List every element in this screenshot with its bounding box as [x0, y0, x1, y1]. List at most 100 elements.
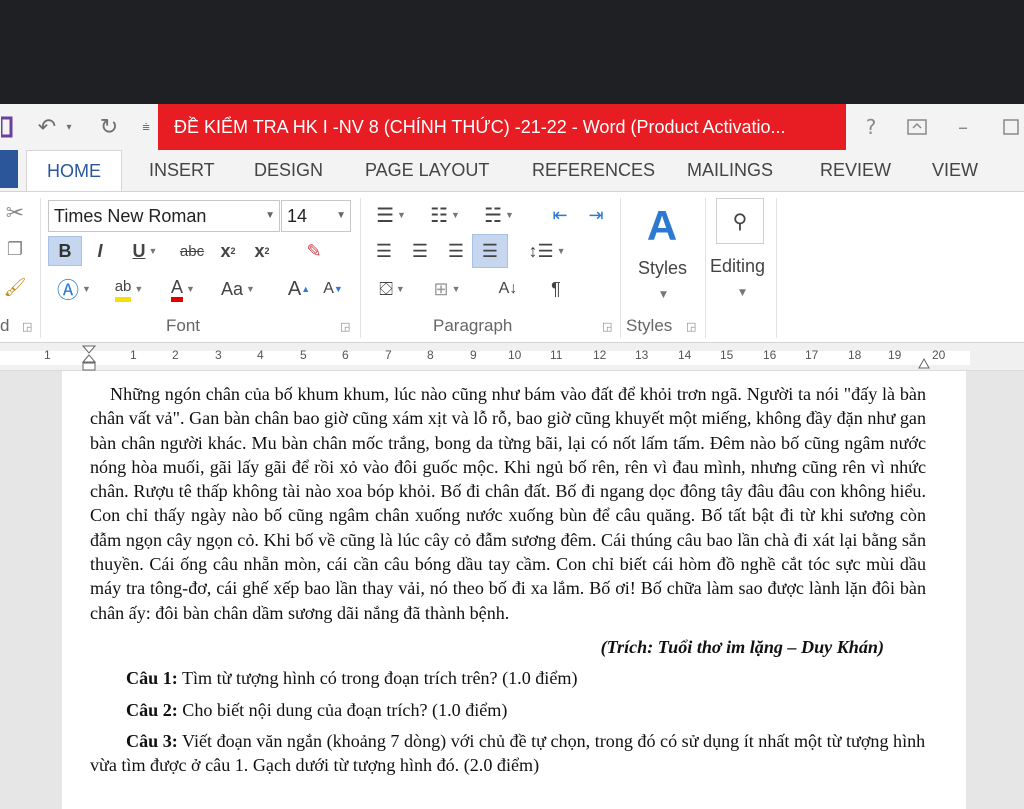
- chevron-down-icon: ▼: [82, 284, 91, 294]
- shading-button[interactable]: ⛋ ▼: [368, 274, 416, 304]
- highlight-button[interactable]: ab ▼: [104, 274, 154, 304]
- subscript-label: x: [220, 240, 231, 261]
- question-label: Câu 2:: [126, 699, 178, 720]
- decrease-indent-icon[interactable]: ⇤: [544, 200, 576, 230]
- cut-icon[interactable]: ✂: [2, 198, 28, 228]
- maximize-icon[interactable]: [996, 112, 1024, 142]
- styles-launcher-icon[interactable]: ◲: [686, 320, 696, 333]
- tab-view[interactable]: VIEW: [932, 150, 978, 192]
- clipboard-group-label: d: [0, 316, 10, 335]
- numbering-icon: ☷: [430, 204, 448, 227]
- customize-qat-icon[interactable]: ⩧: [138, 114, 154, 140]
- undo-dropdown-icon[interactable]: ▾: [64, 114, 74, 140]
- paragraph-launcher-icon[interactable]: ◲: [602, 320, 612, 333]
- ruler-number: 4: [257, 348, 264, 362]
- styles-icon[interactable]: A: [636, 198, 688, 254]
- highlighter-icon: ab: [114, 277, 132, 302]
- question-text: Viết đoạn văn ngắn (khoảng 7 dòng) với c…: [90, 730, 926, 776]
- font-color-button[interactable]: A ▼: [158, 274, 208, 304]
- line-spacing-button[interactable]: ↕☰ ▼: [524, 236, 570, 266]
- font-launcher-icon[interactable]: ◲: [340, 320, 350, 333]
- question-3: Câu 3: Viết đoạn văn ngắn (khoảng 7 dòng…: [90, 729, 926, 778]
- document-body[interactable]: Những ngón chân của bố khum khum, lúc nà…: [90, 382, 926, 777]
- chevron-down-icon: ▼: [336, 210, 346, 221]
- file-tab[interactable]: [0, 150, 18, 188]
- ruler-number: 15: [720, 348, 734, 362]
- borders-button[interactable]: ⊞ ▼: [422, 274, 472, 304]
- editing-button-label[interactable]: Editing: [710, 256, 765, 277]
- tab-design[interactable]: DESIGN: [254, 150, 323, 192]
- desktop-background: [0, 0, 1024, 104]
- font-name-select[interactable]: Times New Roman ▼: [48, 200, 280, 232]
- paint-bucket-icon: ⛋: [379, 278, 393, 299]
- tab-insert[interactable]: INSERT: [149, 150, 215, 192]
- ribbon-display-icon[interactable]: [902, 112, 932, 142]
- clear-formatting-icon[interactable]: ✎: [298, 236, 330, 266]
- bullets-button[interactable]: ☰ ▼: [368, 200, 414, 230]
- tab-references[interactable]: REFERENCES: [532, 150, 655, 192]
- text-effects-button[interactable]: Ⓐ ▼: [50, 274, 98, 304]
- help-icon[interactable]: ?: [856, 112, 886, 142]
- minimize-icon[interactable]: –: [948, 112, 978, 142]
- show-formatting-button[interactable]: ¶: [540, 274, 572, 304]
- change-case-button[interactable]: Aa ▼: [214, 274, 262, 304]
- indent-marker-icon[interactable]: [81, 345, 97, 371]
- format-painter-icon[interactable]: 🖌: [2, 272, 28, 302]
- ruler-number: 19: [888, 348, 902, 362]
- horizontal-ruler[interactable]: 1 1 2 3 4 5 6 7 8 9 10 11 12 13 14 15 16…: [0, 343, 1024, 371]
- ruler-number: 16: [763, 348, 777, 362]
- tab-mailings[interactable]: MAILINGS: [687, 150, 773, 192]
- justify-icon[interactable]: ☰: [472, 234, 508, 268]
- font-name-value: Times New Roman: [54, 206, 207, 226]
- increase-indent-icon[interactable]: ⇥: [580, 200, 612, 230]
- chevron-down-icon: ▼: [265, 210, 275, 221]
- ruler-number: 2: [172, 348, 179, 362]
- align-right-icon[interactable]: ☰: [440, 236, 472, 266]
- window-title: ĐỀ KIỂM TRA HK I -NV 8 (CHÍNH THỨC) -21-…: [158, 104, 846, 150]
- chevron-down-icon: ▼: [395, 284, 405, 294]
- bullets-icon: ☰: [376, 204, 394, 227]
- question-label: Câu 1:: [126, 668, 178, 689]
- tab-home[interactable]: HOME: [26, 150, 122, 192]
- underline-button[interactable]: U ▼: [120, 236, 170, 266]
- align-left-icon[interactable]: ☰: [368, 236, 400, 266]
- ribbon: ✂ ❐ 🖌 d ◲ Times New Roman ▼ 14 ▼ B I U ▼ …: [0, 191, 1024, 343]
- ruler-number: 10: [508, 348, 522, 362]
- bold-label: B: [58, 240, 72, 261]
- ruler-number: 14: [678, 348, 692, 362]
- chevron-down-icon: ▼: [451, 284, 461, 294]
- chevron-down-icon: ▼: [660, 290, 667, 300]
- ruler-number: 1: [44, 348, 51, 362]
- clipboard-launcher-icon[interactable]: ◲: [22, 320, 32, 333]
- ruler-number: 17: [805, 348, 819, 362]
- binoculars-icon[interactable]: ⚲: [716, 198, 764, 244]
- shrink-font-button[interactable]: A ▼: [318, 274, 348, 304]
- italic-label: I: [97, 240, 103, 261]
- strikethrough-button[interactable]: abc: [174, 236, 210, 266]
- styles-button-label[interactable]: Styles: [638, 258, 687, 279]
- save-icon[interactable]: [0, 114, 14, 140]
- chevron-down-icon: ▼: [148, 246, 158, 256]
- ruler-number: 18: [848, 348, 862, 362]
- italic-button[interactable]: I: [86, 236, 114, 266]
- multilevel-list-button[interactable]: ☵ ▼: [476, 200, 522, 230]
- superscript-button[interactable]: x2: [248, 236, 276, 266]
- question-text: Cho biết nội dung của đoạn trích? (1.0 đ…: [177, 699, 508, 720]
- sort-icon[interactable]: A↓: [492, 274, 524, 304]
- undo-icon[interactable]: ↶: [32, 114, 62, 140]
- grow-font-button[interactable]: A ▲: [284, 274, 314, 304]
- right-indent-marker-icon[interactable]: [918, 355, 930, 369]
- bold-button[interactable]: B: [48, 236, 82, 266]
- strikethrough-label: abc: [179, 242, 205, 260]
- align-center-icon[interactable]: ☰: [404, 236, 436, 266]
- tab-review[interactable]: REVIEW: [820, 150, 891, 192]
- subscript-button[interactable]: x2: [214, 236, 242, 266]
- copy-icon[interactable]: ❐: [2, 234, 28, 264]
- chevron-down-icon: ▼: [186, 284, 195, 294]
- numbering-button[interactable]: ☷ ▼: [422, 200, 468, 230]
- question-text: Tìm từ tượng hình có trong đoạn trích tr…: [177, 668, 578, 689]
- chevron-down-icon: ▼: [739, 288, 746, 298]
- tab-page-layout[interactable]: PAGE LAYOUT: [365, 150, 489, 192]
- redo-icon[interactable]: ↻: [94, 114, 124, 140]
- font-size-select[interactable]: 14 ▼: [281, 200, 351, 232]
